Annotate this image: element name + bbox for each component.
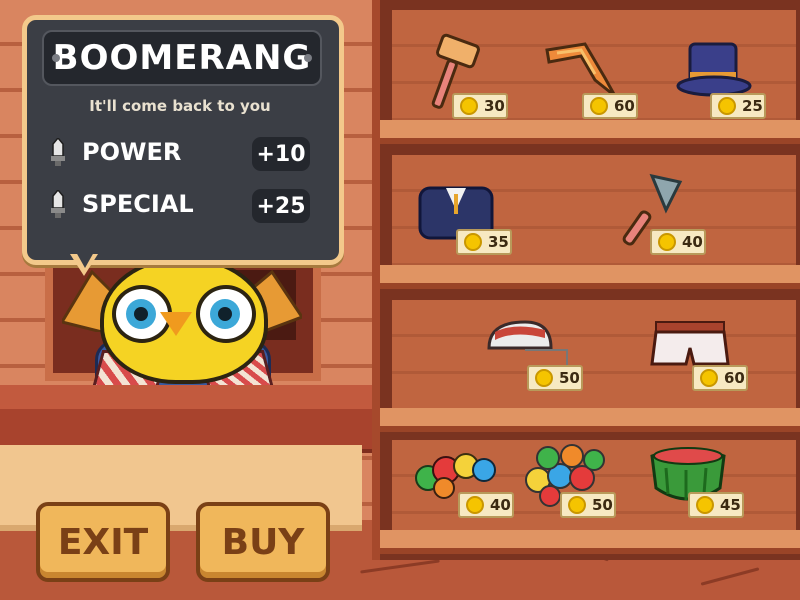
special-icon — [51, 190, 65, 218]
coin-icon — [718, 97, 736, 115]
shelf-board — [380, 120, 800, 144]
shelf-board — [380, 265, 800, 289]
coin-icon — [696, 496, 714, 514]
shop-item-price-shorts[interactable]: 60 — [692, 365, 748, 391]
item-tagline: It'll come back to you — [89, 97, 271, 115]
shelf-board — [380, 408, 800, 432]
special-label: SPECIAL — [82, 190, 194, 218]
shop-item-price-suit[interactable]: 35 — [456, 229, 512, 255]
shop-item-price-watermelon[interactable]: 45 — [688, 492, 744, 518]
shorts-icon[interactable] — [650, 318, 730, 368]
special-value: +25 — [252, 189, 310, 223]
coin-icon — [460, 97, 478, 115]
boomerang-icon[interactable] — [545, 40, 625, 100]
coin-icon — [568, 496, 586, 514]
shop-item-price-helmet[interactable]: 50 — [527, 365, 583, 391]
power-label: POWER — [82, 138, 182, 166]
shop-item-price-gumball-pile[interactable]: 50 — [560, 492, 616, 518]
power-icon — [51, 138, 65, 166]
shelf-board — [380, 530, 800, 554]
shop-item-price-top-hat[interactable]: 25 — [710, 93, 766, 119]
rivet-icon — [52, 54, 60, 62]
beak — [160, 312, 192, 336]
power-value: +10 — [252, 137, 310, 171]
coin-icon — [464, 233, 482, 251]
helmet-icon[interactable] — [485, 318, 571, 372]
exit-button[interactable]: EXIT — [36, 502, 170, 582]
shop-item-price-trowel[interactable]: 40 — [650, 229, 706, 255]
buy-button[interactable]: BUY — [196, 502, 330, 582]
coin-icon — [535, 369, 553, 387]
shop-item-price-hammer[interactable]: 30 — [452, 93, 508, 119]
shop-item-price-gumballs[interactable]: 40 — [458, 492, 514, 518]
coin-icon — [658, 233, 676, 251]
coin-icon — [700, 369, 718, 387]
rivet-icon — [304, 54, 312, 62]
right-eye — [196, 285, 256, 343]
item-name: BOOMERANG — [52, 38, 312, 78]
coin-icon — [466, 496, 484, 514]
item-title-box: BOOMERANG — [42, 30, 322, 86]
coin-icon — [590, 97, 608, 115]
shop-item-price-boomerang[interactable]: 60 — [582, 93, 638, 119]
